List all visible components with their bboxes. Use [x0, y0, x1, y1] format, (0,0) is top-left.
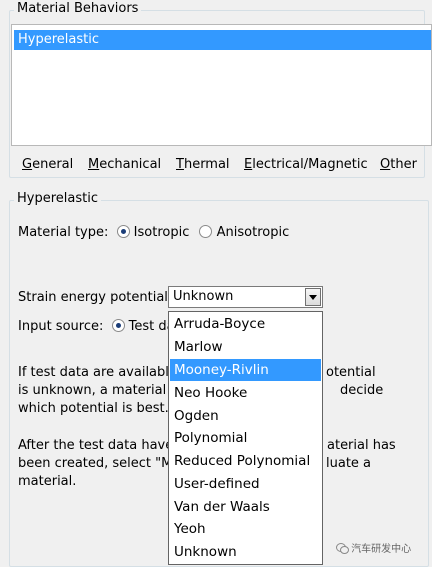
- para2-line3: material.: [18, 474, 77, 489]
- para2-line2-left: been created, select "M: [18, 456, 173, 471]
- para1-line1-right: otential: [326, 365, 376, 380]
- test-data-radio[interactable]: [111, 319, 125, 332]
- para1-line1-left: If test data are available: [18, 365, 177, 380]
- option-user-defined[interactable]: User-defined: [170, 473, 321, 495]
- menu-electrical-magnetic[interactable]: Electrical/Magnetic: [244, 156, 368, 174]
- dropdown-arrow-icon[interactable]: [305, 288, 321, 306]
- material-behaviors-title: Material Behaviors: [14, 1, 142, 16]
- option-unknown[interactable]: Unknown: [170, 541, 321, 563]
- input-source-label: Input source:: [18, 319, 104, 334]
- option-polynomial[interactable]: Polynomial: [170, 427, 321, 449]
- anisotropic-label[interactable]: Anisotropic: [217, 225, 290, 240]
- para1-line2-left: is unknown, a material r: [18, 383, 176, 398]
- input-source-row: Input source: Test da: [18, 319, 175, 334]
- menu-thermal[interactable]: Thermal: [176, 156, 230, 174]
- option-neo-hooke[interactable]: Neo Hooke: [170, 382, 321, 404]
- option-marlow[interactable]: Marlow: [170, 336, 321, 358]
- material-type-row: Material type: Isotropic Anisotropic: [18, 225, 289, 240]
- material-behaviors-list[interactable]: Hyperelastic: [11, 24, 432, 146]
- isotropic-label[interactable]: Isotropic: [134, 225, 190, 240]
- para2-line2-right: luate a: [326, 456, 372, 471]
- menu-mechanical[interactable]: Mechanical: [88, 156, 161, 174]
- para1-line3: which potential is best.: [18, 401, 169, 416]
- para2-line1-right: aterial has: [327, 438, 396, 453]
- option-reduced-polynomial[interactable]: Reduced Polynomial: [170, 450, 321, 472]
- strain-energy-dropdown[interactable]: Arruda-Boyce Marlow Mooney-Rivlin Neo Ho…: [168, 311, 323, 565]
- behavior-item-hyperelastic[interactable]: Hyperelastic: [14, 30, 431, 50]
- strain-energy-select[interactable]: Unknown: [168, 286, 323, 308]
- menu-other[interactable]: Other: [380, 156, 417, 174]
- option-ogden[interactable]: Ogden: [170, 405, 321, 427]
- strain-energy-value: Unknown: [173, 289, 234, 304]
- hyperelastic-title: Hyperelastic: [14, 191, 101, 206]
- option-van-der-waals[interactable]: Van der Waals: [170, 496, 321, 518]
- watermark: 汽车研发中心: [336, 540, 411, 555]
- anisotropic-radio[interactable]: [199, 225, 213, 238]
- strain-energy-label: Strain energy potential:: [18, 290, 173, 305]
- watermark-text: 汽车研发中心: [351, 544, 412, 555]
- material-type-label: Material type:: [18, 225, 109, 240]
- option-arruda-boyce[interactable]: Arruda-Boyce: [170, 313, 321, 335]
- menu-general[interactable]: General: [22, 156, 73, 174]
- isotropic-radio[interactable]: [116, 225, 130, 238]
- para2-line1-left: After the test data have: [18, 438, 174, 453]
- wechat-icon: [336, 543, 349, 554]
- menu-bar: General Mechanical Thermal Electrical/Ma…: [0, 156, 432, 174]
- para1-line2-right: decide: [340, 383, 384, 398]
- option-mooney-rivlin[interactable]: Mooney-Rivlin: [170, 359, 321, 381]
- option-yeoh[interactable]: Yeoh: [170, 518, 321, 540]
